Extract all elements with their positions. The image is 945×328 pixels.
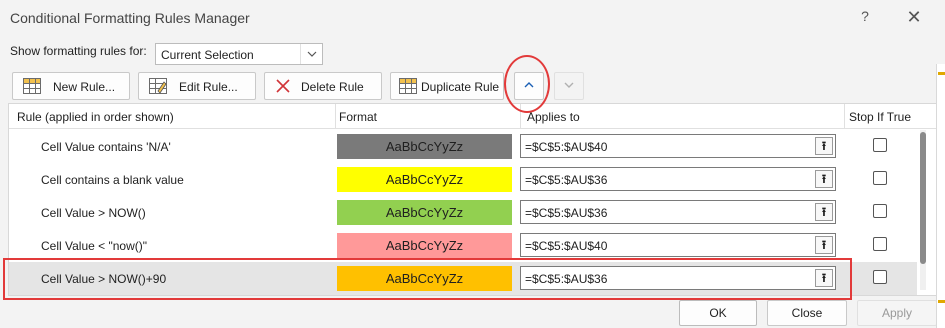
column-header-stop-if-true: Stop If True (849, 110, 912, 124)
applies-to-value: =$C$5:$AU$36 (525, 206, 608, 220)
rule-description: Cell Value contains 'N/A' (41, 140, 171, 154)
background-accent (938, 72, 945, 75)
stop-if-true-checkbox[interactable] (873, 270, 887, 284)
duplicate-rule-icon (399, 78, 417, 94)
annotation-rectangle (3, 258, 852, 300)
annotation-circle (504, 55, 550, 113)
delete-icon (275, 78, 293, 94)
column-divider (335, 104, 336, 129)
chevron-down-icon[interactable] (300, 44, 322, 64)
format-preview: AaBbCcYyZz (337, 134, 512, 159)
help-button[interactable]: ? (856, 8, 874, 28)
collapse-dialog-icon[interactable]: ⭱ (815, 137, 833, 155)
background-accent (938, 300, 945, 303)
show-rules-selected: Current Selection (161, 48, 254, 62)
rule-row[interactable]: Cell Value contains 'N/A' AaBbCcYyZz =$C… (9, 130, 917, 163)
new-rule-icon (23, 78, 41, 94)
edit-rule-label: Edit Rule... (179, 80, 238, 94)
collapse-dialog-icon[interactable]: ⭱ (815, 170, 833, 188)
show-rules-label: Show formatting rules for: (10, 44, 147, 58)
applies-to-value: =$C$5:$AU$40 (525, 239, 608, 253)
close-button[interactable]: Close (767, 300, 847, 326)
applies-to-value: =$C$5:$AU$36 (525, 173, 608, 187)
applies-to-field[interactable]: =$C$5:$AU$40 ⭱ (520, 134, 836, 158)
new-rule-button[interactable]: New Rule... (12, 72, 130, 100)
rule-row[interactable]: Cell contains a blank value AaBbCcYyZz =… (9, 163, 917, 196)
title-bar: Conditional Formatting Rules Manager ? ✕ (0, 0, 945, 36)
duplicate-rule-label: Duplicate Rule (421, 80, 500, 94)
rules-list-header: Rule (applied in order shown) Format App… (9, 104, 937, 129)
collapse-dialog-icon[interactable]: ⭱ (815, 203, 833, 221)
show-rules-dropdown[interactable]: Current Selection (155, 43, 323, 65)
stop-if-true-checkbox[interactable] (873, 171, 887, 185)
column-header-format: Format (339, 110, 378, 124)
stop-if-true-checkbox[interactable] (873, 138, 887, 152)
ok-button[interactable]: OK (679, 300, 757, 326)
rule-description: Cell contains a blank value (41, 173, 184, 187)
column-header-rule: Rule (applied in order shown) (17, 110, 174, 124)
applies-to-field[interactable]: =$C$5:$AU$36 ⭱ (520, 200, 836, 224)
close-window-button[interactable]: ✕ (903, 6, 925, 28)
rule-description: Cell Value > NOW() (41, 206, 146, 220)
applies-to-value: =$C$5:$AU$40 (525, 140, 608, 154)
background-window-edge (936, 64, 945, 328)
edit-rule-icon (149, 78, 167, 94)
delete-rule-label: Delete Rule (301, 80, 364, 94)
applies-to-field[interactable]: =$C$5:$AU$40 ⭱ (520, 233, 836, 257)
format-preview: AaBbCcYyZz (337, 200, 512, 225)
format-preview: AaBbCcYyZz (337, 167, 512, 192)
collapse-dialog-icon[interactable]: ⭱ (815, 236, 833, 254)
vertical-scrollbar[interactable] (920, 130, 926, 290)
edit-rule-button[interactable]: Edit Rule... (138, 72, 256, 100)
scrollbar-thumb[interactable] (920, 132, 926, 264)
conditional-formatting-dialog: Conditional Formatting Rules Manager ? ✕… (0, 0, 945, 328)
chevron-down-icon (555, 79, 583, 94)
column-divider (844, 104, 845, 129)
rules-toolbar: New Rule... Edit Rule... Delete Rule Dup… (8, 70, 936, 102)
format-preview: AaBbCcYyZz (337, 233, 512, 258)
rule-row[interactable]: Cell Value > NOW() AaBbCcYyZz =$C$5:$AU$… (9, 196, 917, 229)
dialog-title: Conditional Formatting Rules Manager (10, 10, 250, 26)
duplicate-rule-button[interactable]: Duplicate Rule (390, 72, 504, 100)
column-header-applies-to: Applies to (527, 110, 580, 124)
apply-button[interactable]: Apply (857, 300, 937, 326)
move-down-button[interactable] (554, 72, 584, 100)
stop-if-true-checkbox[interactable] (873, 237, 887, 251)
rule-description: Cell Value < "now()" (41, 239, 148, 253)
new-rule-label: New Rule... (53, 80, 116, 94)
applies-to-field[interactable]: =$C$5:$AU$36 ⭱ (520, 167, 836, 191)
delete-rule-button[interactable]: Delete Rule (264, 72, 382, 100)
stop-if-true-checkbox[interactable] (873, 204, 887, 218)
